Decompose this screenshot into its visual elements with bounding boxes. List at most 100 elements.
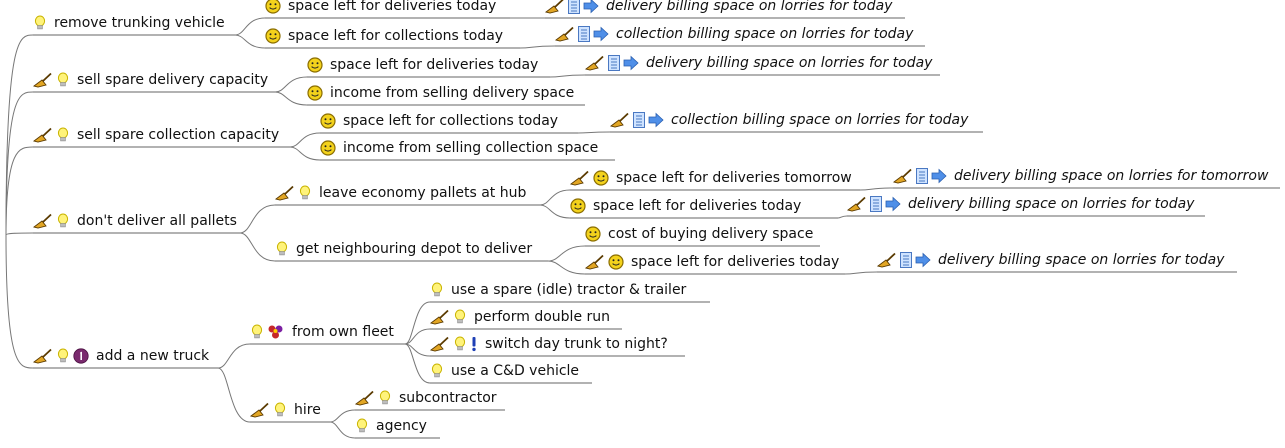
node-label: from own fleet (292, 324, 394, 340)
branch-connector (404, 301, 431, 345)
node-label: collection billing space on lorries for … (671, 112, 969, 128)
mind-map-node-switch-day-trunk-to-night[interactable]: switch day trunk to night? (430, 333, 668, 355)
node-label: hire (294, 402, 321, 418)
broom-icon (33, 72, 53, 88)
mind-map-node-collection-billing-space-on-lorries-for-today[interactable]: collection billing space on lorries for … (555, 23, 913, 45)
node-label: space left for deliveries today (593, 198, 802, 214)
bulb-icon (453, 309, 467, 325)
node-label: delivery billing space on lorries for to… (954, 168, 1269, 184)
broom-icon (275, 185, 295, 201)
branch-connector (549, 74, 586, 78)
bulb-icon (355, 418, 369, 434)
mind-map-node-agency[interactable]: agency (355, 415, 427, 437)
list-icon (633, 112, 645, 128)
broom-icon (847, 196, 867, 212)
bulb-icon (430, 282, 444, 298)
mind-map-node-remove-trunking-vehicle[interactable]: remove trunking vehicle (33, 12, 225, 34)
smiley-icon (608, 254, 624, 270)
mind-map-node-space-left-for-collections-today[interactable]: space left for collections today (265, 25, 503, 47)
number-one-icon (73, 348, 89, 364)
branch-connector (239, 232, 276, 262)
broom-icon (33, 213, 53, 229)
broom-icon (555, 26, 575, 42)
mind-map-node-perform-double-run[interactable]: perform double run (430, 306, 610, 328)
node-label: delivery billing space on lorries for to… (908, 196, 1195, 212)
list-icon (916, 168, 928, 184)
bulb-icon (56, 348, 70, 364)
arrow-right-icon (648, 112, 664, 128)
node-label: delivery billing space on lorries for to… (646, 55, 933, 71)
list-icon (578, 26, 590, 42)
mind-map-node-delivery-billing-space-on-lorries-for-today[interactable]: delivery billing space on lorries for to… (847, 193, 1194, 215)
node-label: cost of buying delivery space (608, 226, 814, 242)
node-label: income from selling delivery space (330, 85, 575, 101)
branch-connector (234, 17, 266, 36)
list-icon (608, 55, 620, 71)
node-label: perform double run (474, 309, 611, 325)
broom-icon (585, 254, 605, 270)
bulb-icon (430, 363, 444, 379)
broom-icon (585, 55, 605, 71)
mind-map-node-space-left-for-collections-today[interactable]: space left for collections today (320, 110, 558, 132)
mind-map-node-collection-billing-space-on-lorries-for-today[interactable]: collection billing space on lorries for … (610, 109, 968, 131)
mind-map-node-space-left-for-deliveries-today[interactable]: space left for deliveries today (307, 54, 538, 76)
node-label: remove trunking vehicle (54, 15, 225, 31)
branch-connector (539, 204, 571, 219)
node-label: space left for collections today (343, 113, 559, 129)
mind-map-node-delivery-billing-space-on-lorries-for-today[interactable]: delivery billing space on lorries for to… (877, 249, 1224, 271)
arrow-right-icon (623, 55, 639, 71)
node-label: space left for deliveries today (288, 0, 497, 14)
bulb-icon (56, 127, 70, 143)
mind-map-node-don-t-deliver-all-pallets[interactable]: don't deliver all pallets (33, 210, 237, 232)
mind-map-node-space-left-for-deliveries-today[interactable]: space left for deliveries today (570, 195, 801, 217)
root-connector (5, 146, 34, 236)
mind-map-node-subcontractor[interactable]: subcontractor (355, 387, 497, 409)
flower-icon (267, 324, 285, 340)
bulb-icon (56, 213, 70, 229)
branch-connector (844, 271, 878, 275)
mind-map-node-space-left-for-deliveries-tomorrow[interactable]: space left for deliveries tomorrow (570, 167, 852, 189)
node-label: space left for deliveries today (330, 57, 539, 73)
node-label: get neighbouring depot to deliver (296, 241, 533, 257)
mind-map-node-cost-of-buying-delivery-space[interactable]: cost of buying delivery space (585, 223, 813, 245)
bulb-icon (453, 336, 467, 352)
node-label: leave economy pallets at hub (319, 185, 527, 201)
list-icon (870, 196, 882, 212)
mind-map-node-from-own-fleet[interactable]: from own fleet (250, 321, 394, 343)
bulb-icon (378, 390, 392, 406)
branch-connector (217, 367, 251, 423)
mind-map-node-hire[interactable]: hire (250, 399, 321, 421)
mind-map-node-sell-spare-delivery-capacity[interactable]: sell spare delivery capacity (33, 69, 268, 91)
mind-map-node-get-neighbouring-depot-to-deliver[interactable]: get neighbouring depot to deliver (275, 238, 532, 260)
root-connector (5, 91, 34, 236)
smiley-icon (593, 170, 609, 186)
arrow-right-icon (931, 168, 947, 184)
branch-connector (837, 215, 848, 219)
branch-connector (289, 132, 321, 148)
mind-map-node-delivery-billing-space-on-lorries-for-tomorrow[interactable]: delivery billing space on lorries for to… (893, 165, 1268, 187)
mind-map-node-add-a-new-truck[interactable]: add a new truck (33, 345, 209, 367)
mind-map-node-use-a-spare-idle-tractor-trailer[interactable]: use a spare (idle) tractor & trailer (430, 279, 686, 301)
smiley-icon (320, 140, 336, 156)
branch-connector (519, 45, 556, 49)
branch-connector (274, 91, 308, 106)
node-label: income from selling collection space (343, 140, 599, 156)
bulb-icon (250, 324, 264, 340)
mind-map-node-space-left-for-deliveries-today[interactable]: space left for deliveries today (585, 251, 839, 273)
mind-map-node-space-left-for-deliveries-today[interactable]: space left for deliveries today (265, 0, 496, 17)
mind-map-node-delivery-billing-space-on-lorries-for-today[interactable]: delivery billing space on lorries for to… (585, 52, 932, 74)
broom-icon (570, 170, 590, 186)
smiley-icon (307, 57, 323, 73)
broom-icon (893, 168, 913, 184)
mind-map-node-sell-spare-collection-capacity[interactable]: sell spare collection capacity (33, 124, 279, 146)
mind-map-node-delivery-billing-space-on-lorries-for-today[interactable]: delivery billing space on lorries for to… (545, 0, 892, 17)
mind-map-node-income-from-selling-collection-space[interactable]: income from selling collection space (320, 137, 598, 159)
node-label: sell spare delivery capacity (77, 72, 269, 88)
broom-icon (250, 402, 270, 418)
broom-icon (430, 309, 450, 325)
mind-map-node-leave-economy-pallets-at-hub[interactable]: leave economy pallets at hub (275, 182, 526, 204)
root-connector (5, 232, 34, 236)
mind-map-node-income-from-selling-delivery-space[interactable]: income from selling delivery space (307, 82, 574, 104)
node-label: collection billing space on lorries for … (616, 26, 914, 42)
mind-map-node-use-a-c-d-vehicle[interactable]: use a C&D vehicle (430, 360, 579, 382)
